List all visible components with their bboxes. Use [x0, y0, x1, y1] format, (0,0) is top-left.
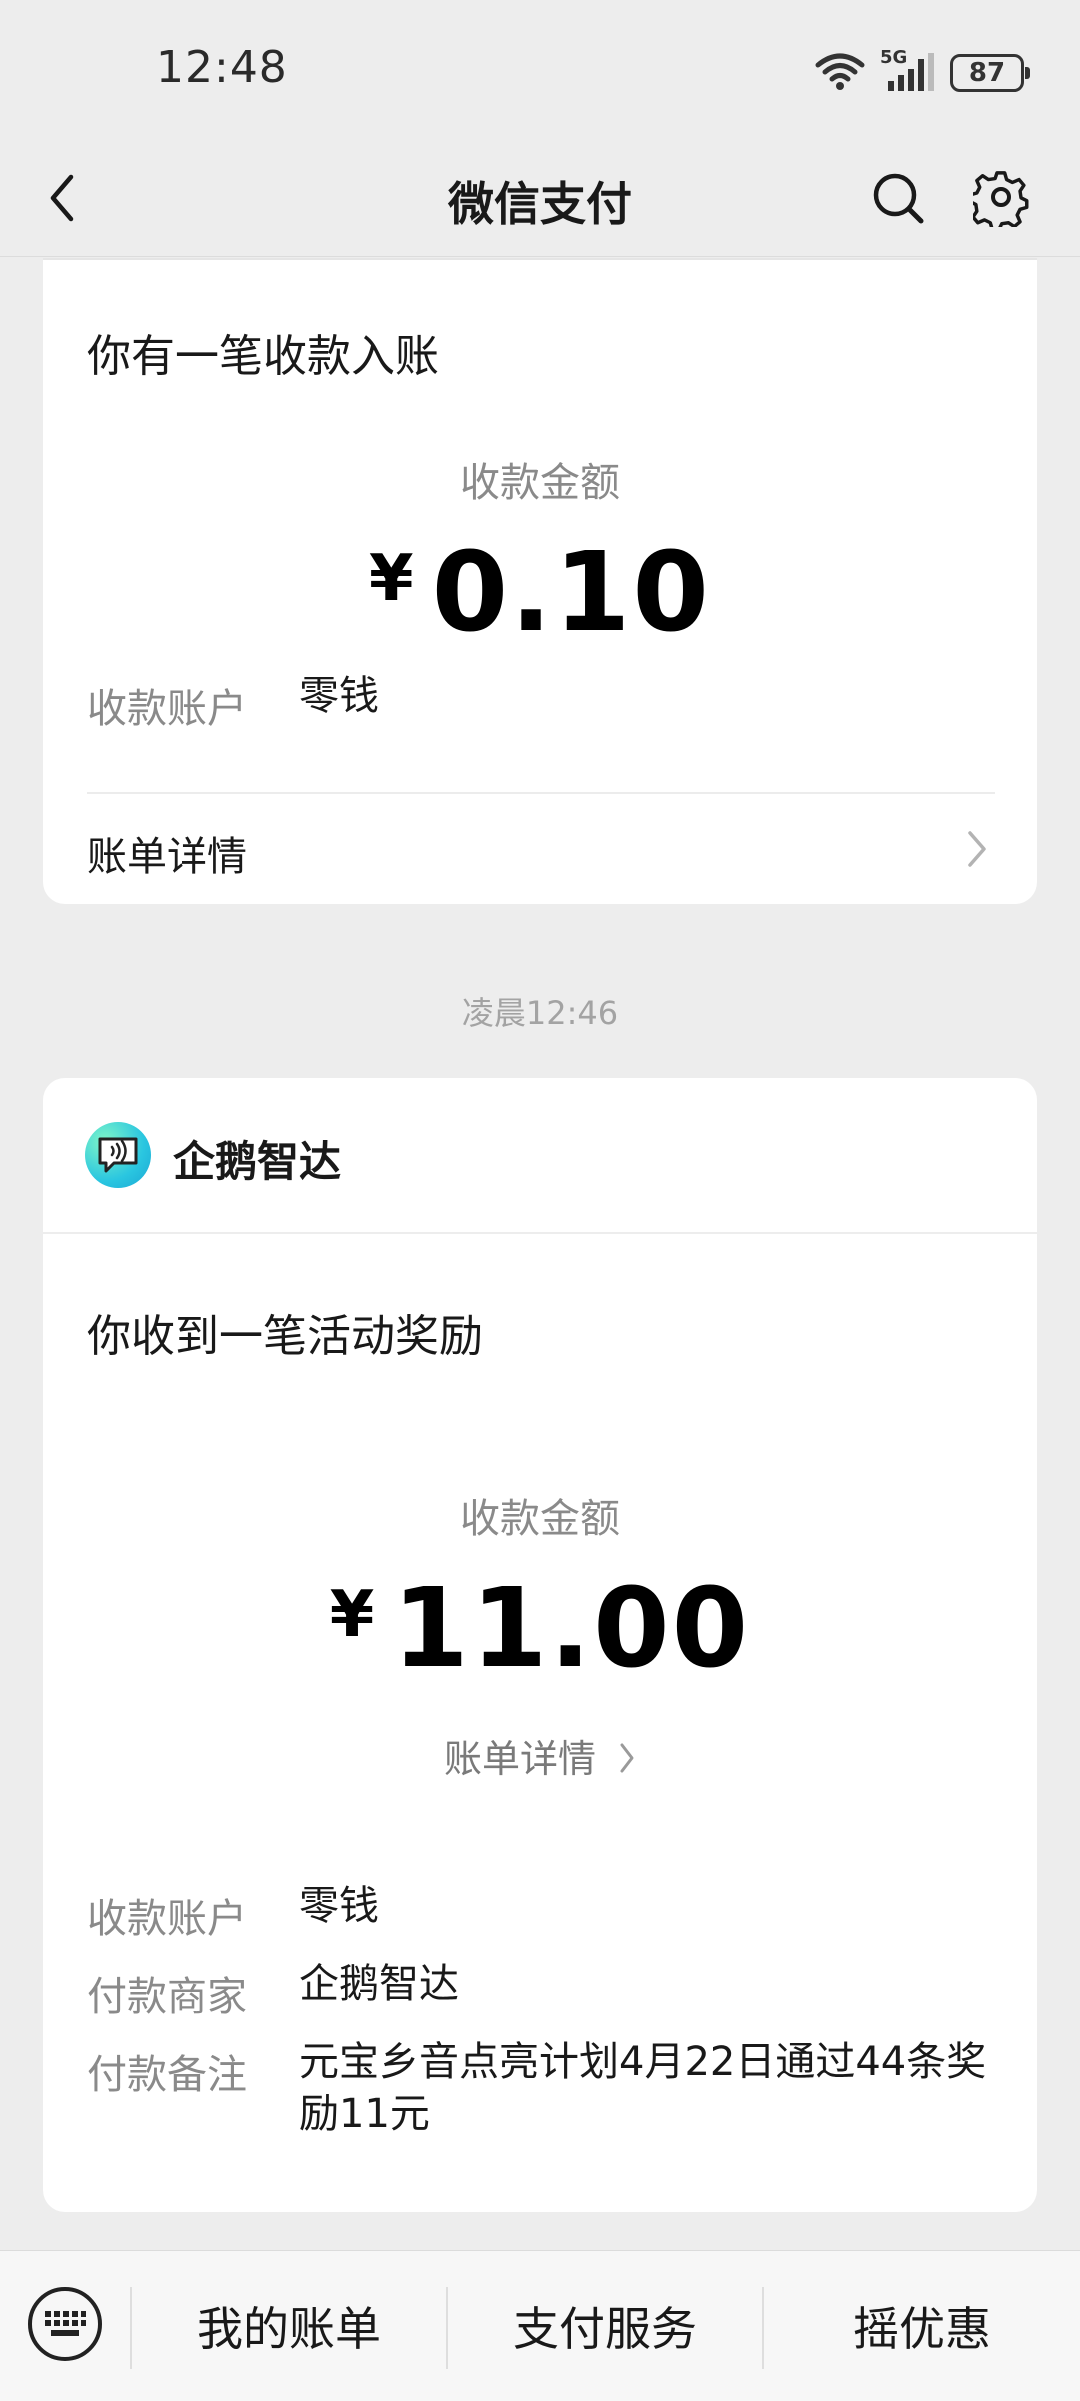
detail-label-account: 收款账户	[87, 1896, 247, 1942]
bottom-menu-bar: 我的账单 支付服务 摇优惠	[0, 2250, 1080, 2401]
card-heading: 你有一笔收款入账	[87, 331, 439, 382]
amount-number: 0.10	[431, 528, 711, 656]
menu-item-shake-offers[interactable]: 摇优惠	[764, 2251, 1080, 2401]
battery-icon: 87	[950, 54, 1030, 92]
menu-item-payment-services[interactable]: 支付服务	[448, 2251, 762, 2401]
amount-number: 11.00	[392, 1564, 751, 1692]
signal-icon: 5G	[880, 47, 936, 95]
merchant-logo-icon[interactable]	[85, 1122, 151, 1188]
gear-icon	[973, 171, 1029, 227]
amount-value: ¥0.10	[43, 528, 1037, 656]
bill-details-label: 账单详情	[443, 1737, 596, 1781]
detail-value-merchant: 企鹅智达	[299, 1961, 459, 2007]
detail-value-remark: 元宝乡音点亮计划4月22日通过44条奖励11元	[299, 2039, 987, 2137]
card-heading: 你收到一笔活动奖励	[87, 1311, 483, 1362]
detail-label-merchant: 付款商家	[87, 1974, 247, 2020]
account-label: 收款账户	[87, 686, 247, 732]
merchant-name[interactable]: 企鹅智达	[173, 1128, 341, 1189]
account-value: 零钱	[299, 673, 379, 719]
status-time: 12:48	[156, 42, 288, 93]
status-bar: 12:48 5G 87	[0, 0, 1080, 140]
nav-bar: 微信支付	[0, 140, 1080, 257]
chevron-right-icon	[957, 824, 997, 874]
amount-label: 收款金额	[460, 1496, 620, 1542]
wifi-icon	[814, 51, 866, 95]
settings-button[interactable]	[970, 166, 1034, 230]
amount-value: ¥11.00	[43, 1564, 1037, 1692]
currency-symbol: ¥	[329, 1578, 375, 1652]
detail-label-remark: 付款备注	[87, 2052, 247, 2098]
detail-value-account: 零钱	[299, 1883, 379, 1929]
currency-symbol: ¥	[369, 542, 414, 616]
keyboard-icon	[45, 2311, 86, 2336]
menu-item-my-bills[interactable]: 我的账单	[132, 2251, 446, 2401]
message-timestamp: 凌晨12:46	[461, 994, 619, 1032]
search-button[interactable]	[866, 166, 930, 230]
bill-details-label: 账单详情	[87, 834, 247, 880]
keyboard-toggle-button[interactable]	[28, 2287, 102, 2361]
chevron-right-icon	[618, 1740, 636, 1784]
bill-details-link[interactable]: 账单详情	[43, 1728, 1037, 1784]
divider	[43, 1232, 1037, 1234]
search-icon	[873, 173, 924, 224]
bill-details-row[interactable]: 账单详情	[43, 794, 1037, 904]
status-icons: 5G 87	[814, 47, 1030, 98]
receipt-card-1: 你有一笔收款入账 收款金额 ¥0.10 收款账户 零钱 账单详情	[43, 258, 1037, 904]
amount-label: 收款金额	[460, 460, 620, 506]
receipt-card-2: 企鹅智达 你收到一笔活动奖励 收款金额 ¥11.00 账单详情 收款账户 零钱 …	[43, 1078, 1037, 2212]
